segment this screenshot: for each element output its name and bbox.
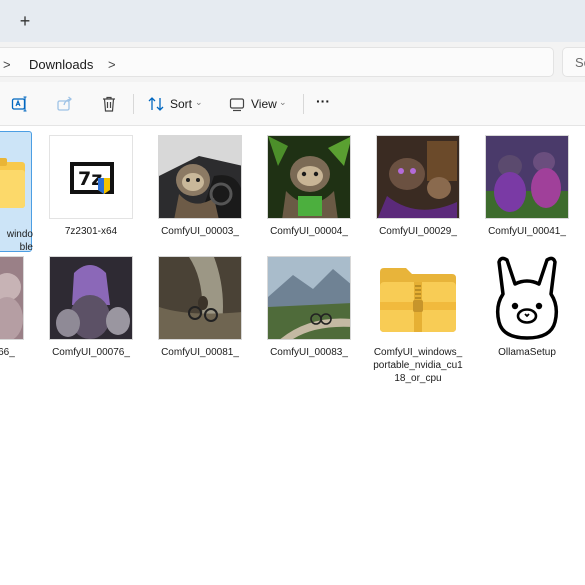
file-label: ComfyUI_00041_ — [488, 226, 566, 237]
more-options-button[interactable]: ··· — [316, 93, 330, 109]
sort-button[interactable]: Sort — [170, 97, 192, 111]
file-item-selected-folder[interactable]: windo ble — [0, 131, 33, 253]
file-item-comfyui-00041[interactable]: ComfyUI_00041_ — [481, 131, 573, 251]
image-thumbnail — [267, 135, 351, 219]
file-label: ComfyUI_00081_ — [161, 347, 239, 358]
file-item-comfyui-00004[interactable]: ComfyUI_00004_ — [263, 131, 355, 251]
folder-icon — [0, 152, 29, 212]
new-tab-button[interactable]: + — [13, 9, 37, 33]
file-label: 7z2301-x64 — [64, 226, 118, 237]
file-item-comfyui-00076[interactable]: ComfyUI_00076_ — [45, 252, 137, 372]
breadcrumb-chevron-icon[interactable]: > — [108, 57, 116, 72]
file-item-comfyui-00083[interactable]: ComfyUI_00083_ — [263, 252, 355, 372]
file-label: ComfyUI_00076_ — [52, 347, 130, 358]
file-label: ComfyUI_00083_ — [270, 347, 348, 358]
address-bar[interactable]: > Downloads > — [0, 47, 554, 77]
file-item-7z2301[interactable]: 7z 7z2301-x64 — [45, 131, 137, 251]
file-item-comfyui-00066[interactable]: 0066_ — [0, 252, 32, 372]
image-thumbnail — [0, 256, 24, 340]
image-thumbnail — [376, 135, 460, 219]
file-label: ComfyUI_00004_ — [270, 226, 348, 237]
file-label: ComfyUI_00003_ — [161, 226, 239, 237]
file-label: 0066_ — [0, 347, 15, 358]
command-separator — [303, 94, 304, 114]
view-icon[interactable] — [227, 94, 247, 114]
sort-icon[interactable] — [146, 94, 166, 114]
breadcrumb-chevron-icon[interactable]: > — [3, 57, 11, 72]
rename-icon[interactable] — [10, 94, 30, 114]
image-thumbnail — [49, 256, 133, 340]
file-list: windo ble 7z 7z2301-x64 ComfyUI_00003_ C… — [0, 126, 585, 585]
file-item-ollamasetup[interactable]: OllamaSetup — [481, 252, 573, 372]
image-thumbnail — [267, 256, 351, 340]
image-thumbnail — [485, 135, 569, 219]
command-bar: Sort ⌄ View ⌄ ··· — [0, 82, 585, 126]
file-item-comfyui-00081[interactable]: ComfyUI_00081_ — [154, 252, 246, 372]
image-thumbnail — [158, 256, 242, 340]
zip-folder-icon — [378, 262, 458, 338]
file-item-comfyui-portable-zip[interactable]: ComfyUI_windows_portable_nvidia_cu118_or… — [372, 252, 464, 392]
tab-strip: + — [0, 0, 585, 42]
command-separator — [133, 94, 134, 114]
7zip-installer-icon: 7z — [49, 135, 133, 219]
breadcrumb-downloads[interactable]: Downloads — [29, 57, 93, 72]
share-icon[interactable] — [55, 94, 75, 114]
file-label: ComfyUI_windows_portable_nvidia_cu118_or… — [373, 347, 463, 384]
file-item-comfyui-00029[interactable]: ComfyUI_00029_ — [372, 131, 464, 251]
plus-icon: + — [19, 10, 31, 31]
chevron-down-icon: ⌄ — [195, 97, 203, 107]
search-input[interactable]: Se — [562, 47, 585, 77]
image-thumbnail — [158, 135, 242, 219]
search-placeholder: Se — [575, 55, 585, 70]
file-label: ComfyUI_00029_ — [379, 226, 457, 237]
file-label: OllamaSetup — [498, 347, 556, 358]
view-button[interactable]: View — [251, 97, 277, 111]
address-row: > Downloads > Se — [0, 42, 585, 82]
delete-icon[interactable] — [99, 94, 119, 114]
file-item-comfyui-00003[interactable]: ComfyUI_00003_ — [154, 131, 246, 251]
chevron-down-icon: ⌄ — [279, 97, 287, 107]
file-label: windo ble — [6, 229, 33, 253]
ollama-llama-icon — [485, 254, 569, 340]
